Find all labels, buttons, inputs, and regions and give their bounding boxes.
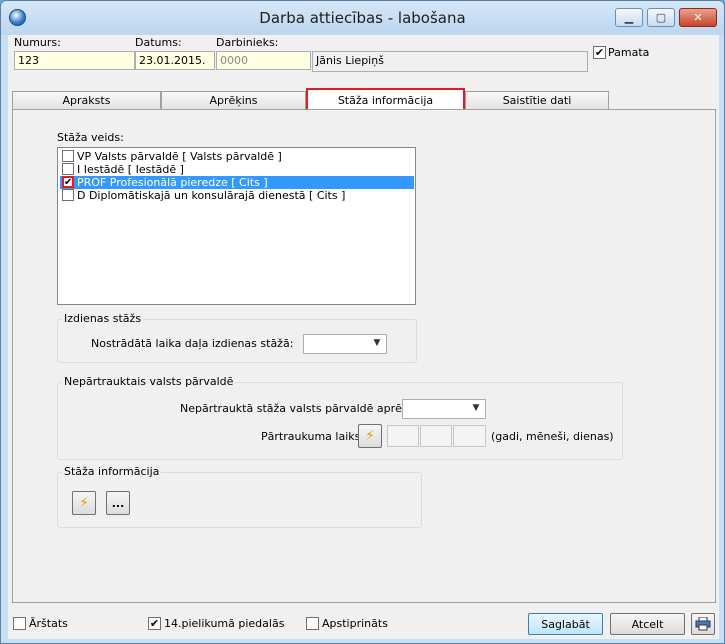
partraukuma-laiks-label: Pārtraukuma laiks: — [261, 430, 365, 443]
cancel-button[interactable]: Atcelt — [610, 613, 685, 635]
partraukuma-units-label: (gadi, mēneši, dienas) — [491, 430, 614, 443]
partraukuma-dienas-field — [453, 425, 486, 447]
list-item-label: PROF Profesionālā pieredze [ Cits ] — [77, 176, 268, 189]
apstiprinats-label: Apstiprināts — [322, 617, 388, 630]
numurs-label: Numurs: — [14, 36, 61, 49]
list-item-label: I Iestādē [ Iestādē ] — [77, 163, 184, 176]
izdienas-group: Izdienas stāžs Nostrādātā laika daļa izd… — [57, 312, 417, 363]
staza-veids-listbox[interactable]: VP Valsts pārvaldē [ Valsts pārvaldē ] I… — [57, 147, 416, 305]
edit-dialog-window: Darba attiecības - labošana ▁ ▢ ✕ Numurs… — [0, 0, 725, 644]
lightning-icon: ⚡ — [79, 495, 89, 511]
tab-aprekins[interactable]: Aprēķins — [161, 91, 306, 109]
minimize-icon: ▁ — [624, 11, 634, 24]
maximize-button[interactable]: ▢ — [647, 8, 675, 27]
tab-apraksts[interactable]: Apraksts — [12, 91, 161, 109]
printer-icon — [695, 617, 711, 631]
staza-info-group-title: Stāža informācija — [62, 465, 162, 478]
nepartraukts-group-title: Nepārtrauktais valsts pārvaldē — [62, 375, 236, 388]
list-item[interactable]: D Diplomātiskajā un konsulārajā dienestā… — [60, 189, 414, 202]
darbinieks-name-field: Jānis Liepiņš — [312, 51, 588, 72]
datums-label: Datums: — [135, 36, 182, 49]
arstats-label: Ārštats — [29, 617, 68, 630]
maximize-icon: ▢ — [655, 11, 667, 24]
staza-info-group: Stāža informācija ⚡ ... — [57, 465, 422, 528]
print-button[interactable] — [691, 613, 715, 635]
list-item-checkbox[interactable] — [62, 150, 74, 162]
list-item-label: D Diplomātiskajā un konsulārajā dienestā… — [77, 189, 346, 202]
list-item-label: VP Valsts pārvaldē [ Valsts pārvaldē ] — [77, 150, 282, 163]
chevron-down-icon: ▼ — [373, 338, 381, 348]
pamata-label: Pamata — [608, 46, 650, 59]
tab-staza-informacija[interactable]: Stāža informācija — [306, 88, 465, 111]
pielikums-label: 14.pielikumā piedalās — [164, 617, 285, 630]
lightning-icon: ⚡ — [365, 428, 375, 444]
izdienas-field-label: Nostrādātā laika daļa izdienas stāžā: — [91, 337, 294, 350]
partraukuma-menesi-field — [420, 425, 452, 447]
list-item-checkbox-checked[interactable]: ✔ — [62, 176, 74, 188]
izdienas-group-title: Izdienas stāžs — [62, 312, 144, 325]
arstats-checkbox[interactable] — [13, 617, 26, 630]
pielikums-checkbox[interactable]: ✔ — [148, 617, 161, 630]
nepartraukts-calc-dropdown[interactable]: ▼ — [402, 399, 486, 419]
save-button[interactable]: Saglabāt — [528, 613, 603, 635]
title-bar[interactable]: Darba attiecības - labošana ▁ ▢ ✕ — [1, 1, 724, 35]
list-item-selected[interactable]: ✔ PROF Profesionālā pieredze [ Cits ] — [60, 176, 414, 189]
nepartraukts-group: Nepārtrauktais valsts pārvaldē Nepārtrau… — [57, 375, 623, 460]
minimize-button[interactable]: ▁ — [615, 8, 643, 27]
izdienas-dropdown[interactable]: ▼ — [303, 334, 387, 354]
dialog-client-area: Numurs: 123 Datums: 23.01.2015. Darbinie… — [8, 35, 719, 639]
list-item-checkbox[interactable] — [62, 189, 74, 201]
tab-panel-staza: Stāža veids: VP Valsts pārvaldē [ Valsts… — [12, 109, 716, 603]
list-item-checkbox[interactable] — [62, 163, 74, 175]
checkmark-icon: ✔ — [149, 617, 160, 630]
numurs-field[interactable]: 123 — [14, 51, 135, 70]
partraukuma-gadi-field — [387, 425, 419, 447]
checkmark-icon: ✔ — [594, 46, 605, 59]
apstiprinats-checkbox[interactable] — [306, 617, 319, 630]
staza-info-calc-button[interactable]: ⚡ — [72, 491, 96, 515]
darbinieks-code-field[interactable]: 0000 — [216, 51, 311, 70]
darbinieks-label: Darbinieks: — [216, 36, 279, 49]
staza-info-more-button[interactable]: ... — [106, 491, 130, 515]
close-icon: ✕ — [693, 11, 703, 24]
nepartraukts-calc-label: Nepārtrauktā stāža valsts pārvaldē aprēķ… — [180, 402, 428, 415]
list-item[interactable]: VP Valsts pārvaldē [ Valsts pārvaldē ] — [60, 150, 414, 163]
tab-saistitie-dati[interactable]: Saistītie dati — [465, 91, 609, 109]
staza-veids-label: Stāža veids: — [57, 131, 124, 144]
partraukuma-calc-button[interactable]: ⚡ — [358, 424, 382, 448]
list-item[interactable]: I Iestādē [ Iestādē ] — [60, 163, 414, 176]
close-button[interactable]: ✕ — [679, 8, 717, 27]
chevron-down-icon: ▼ — [472, 403, 480, 413]
pamata-checkbox[interactable]: ✔ — [593, 46, 606, 59]
datums-field[interactable]: 23.01.2015. — [135, 51, 215, 70]
